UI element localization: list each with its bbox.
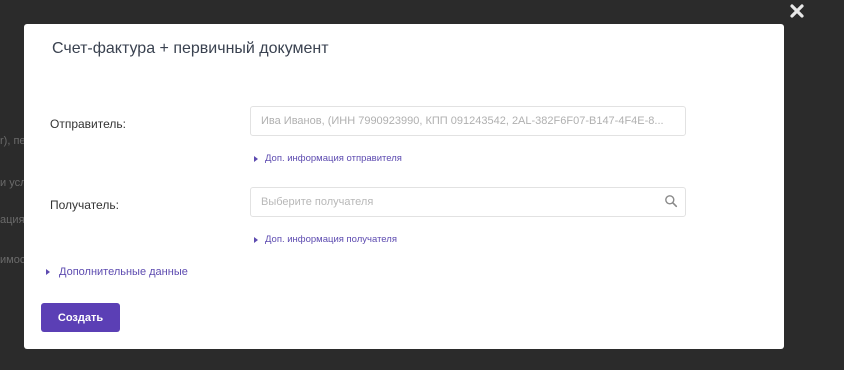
recipient-search-input[interactable] [250,187,686,217]
recipient-info-link-label: Доп. информация получателя [265,234,397,245]
caret-right-icon [254,236,258,243]
caret-right-icon [254,155,258,162]
sender-field[interactable] [250,106,686,136]
create-button[interactable]: Создать [41,303,120,332]
caret-right-icon [46,269,50,275]
backdrop-text: имос [0,254,26,266]
search-icon[interactable] [664,194,678,208]
sender-info-link[interactable]: Доп. информация отправителя [254,153,402,164]
sender-info-link-label: Доп. информация отправителя [265,153,402,164]
close-icon[interactable] [788,2,806,20]
backdrop-text: ация [0,214,25,226]
recipient-info-link[interactable]: Доп. информация получателя [254,234,397,245]
modal-title: Счет-фактура + первичный документ [52,40,329,57]
modal-dialog: Счет-фактура + первичный документ Отправ… [24,24,784,349]
sender-label: Отправитель: [50,117,126,131]
backdrop-text: и усл [0,177,27,189]
additional-data-link[interactable]: Дополнительные данные [46,266,188,278]
recipient-label: Получатель: [50,198,119,212]
additional-data-label: Дополнительные данные [59,266,188,278]
backdrop-text: r), пе [0,135,26,147]
